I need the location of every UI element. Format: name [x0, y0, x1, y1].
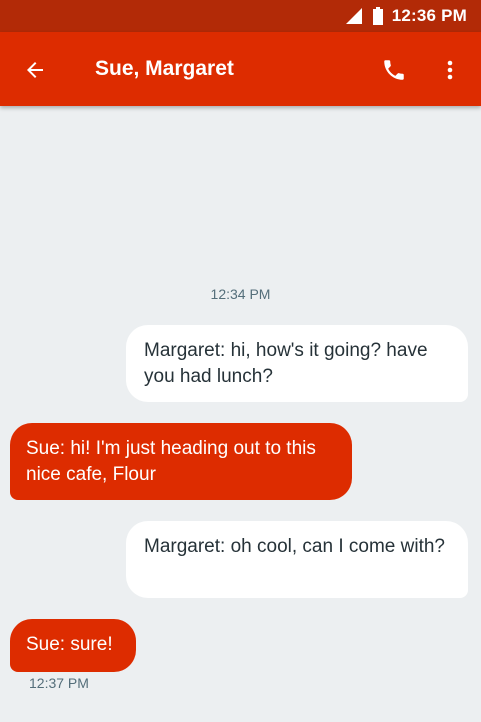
- message-bubble-incoming[interactable]: Sue: hi! I'm just heading out to this ni…: [10, 423, 352, 500]
- conversation-title: Sue, Margaret: [95, 57, 234, 80]
- more-vert-icon: [447, 60, 453, 80]
- app-bar: Sue, Margaret: [0, 32, 481, 106]
- battery-icon: [372, 7, 383, 25]
- message-thread[interactable]: 12:34 PM Margaret: hi, how's it going? h…: [0, 106, 481, 722]
- status-icons: 12:36 PM: [345, 0, 467, 32]
- arrow-back-icon: [27, 62, 43, 78]
- status-time: 12:36 PM: [391, 6, 467, 25]
- back-button[interactable]: [20, 55, 50, 85]
- message-bubble-outgoing[interactable]: Margaret: oh cool, can I come with?: [126, 521, 468, 598]
- message-bubble-outgoing[interactable]: Margaret: hi, how's it going? have you h…: [126, 325, 468, 402]
- more-options-button[interactable]: [436, 54, 464, 86]
- phone-icon: [384, 60, 404, 80]
- message-timestamp: 12:34 PM: [210, 286, 271, 302]
- signal-icon: [345, 8, 362, 24]
- call-button[interactable]: [378, 54, 410, 86]
- status-bar: 12:36 PM: [0, 0, 481, 32]
- message-bubble-incoming[interactable]: Sue: sure!: [10, 619, 136, 672]
- message-timestamp: 12:37 PM: [29, 675, 89, 691]
